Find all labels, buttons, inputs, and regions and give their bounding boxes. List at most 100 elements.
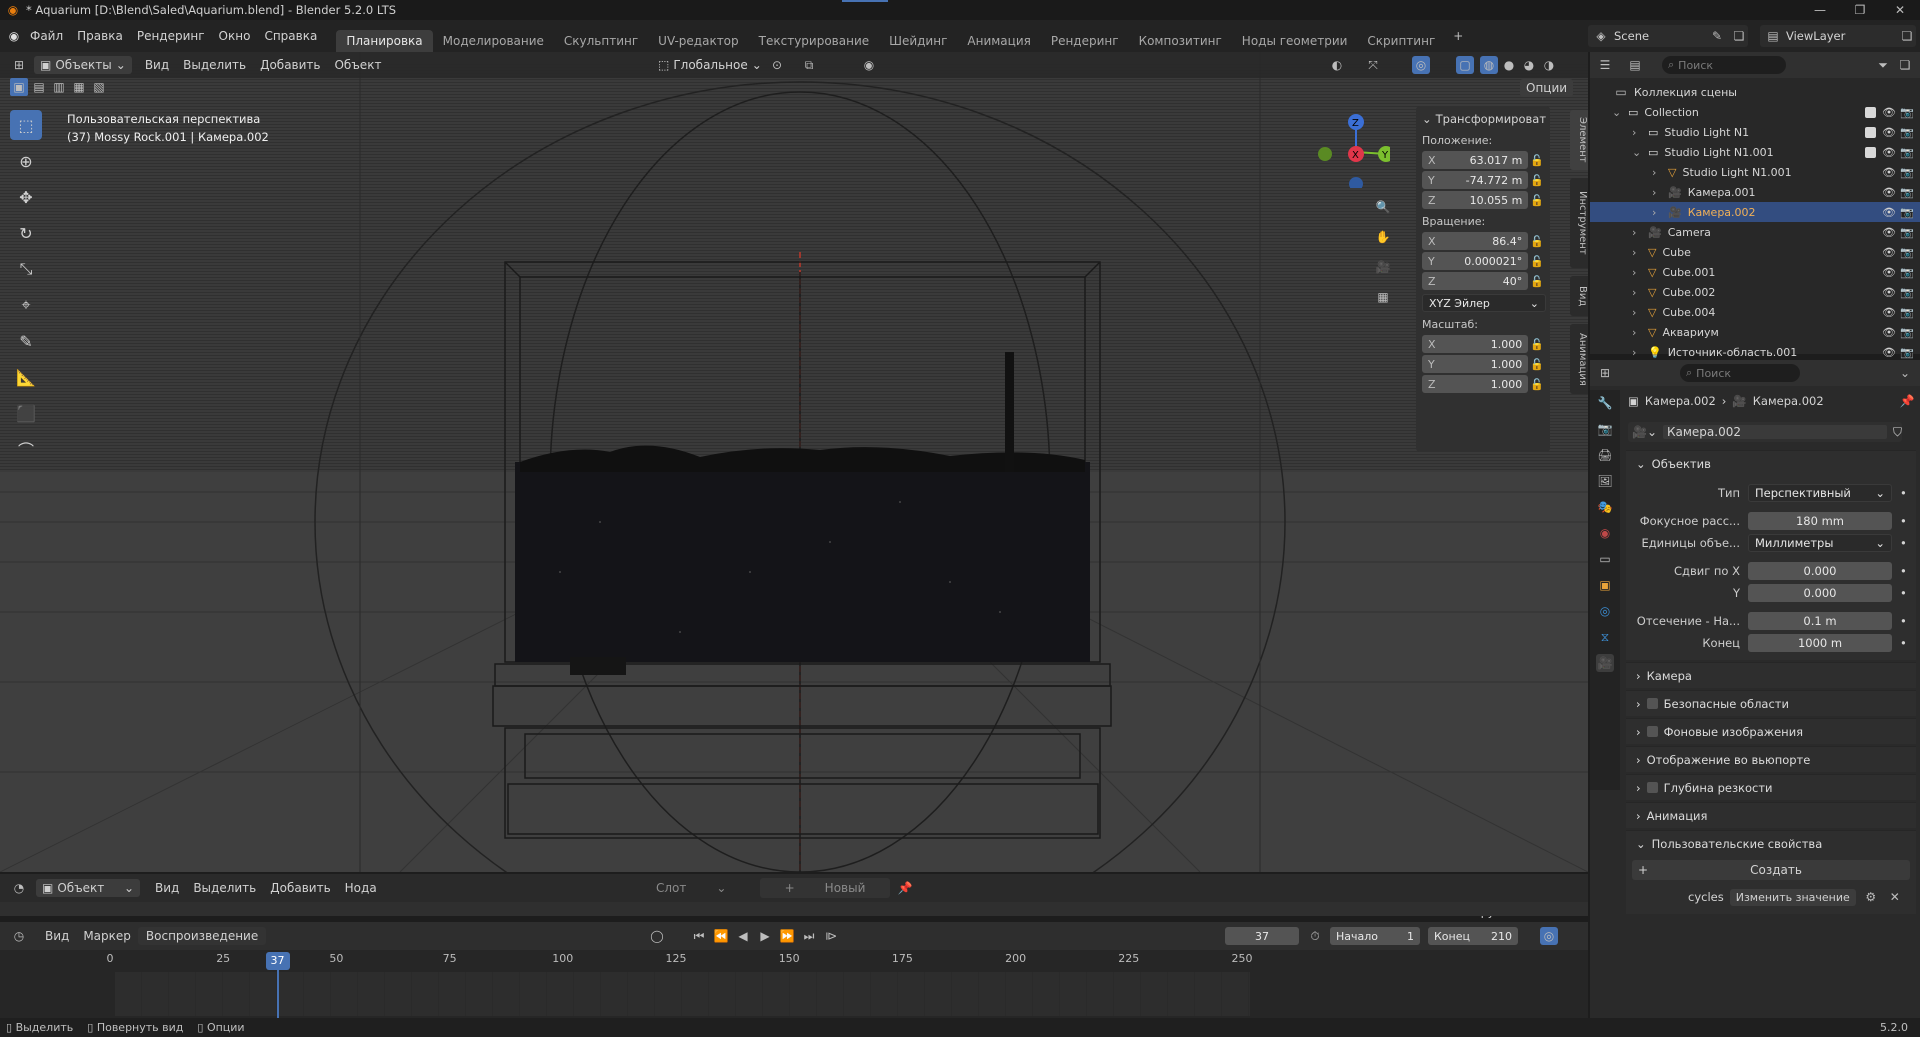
node-menu-0[interactable]: Вид [148, 881, 186, 895]
new-scene-icon[interactable]: ❏ [1730, 27, 1748, 45]
editor-type-icon[interactable]: ◷ [10, 927, 28, 945]
outliner-row[interactable]: › ▽ Cube.001 👁 📷 [1590, 262, 1920, 282]
editor-type-icon[interactable]: ⊞ [1596, 364, 1614, 382]
scene-selector[interactable]: ◈ Scene ✎ ❏ [1588, 25, 1748, 47]
add-workspace-icon[interactable]: + [1449, 27, 1467, 45]
rot-y-field[interactable]: Y 0.000021° [1422, 252, 1529, 270]
outliner-row[interactable]: › 🎥 Камера.001 👁 📷 [1590, 182, 1920, 202]
ortho-grid-icon[interactable]: ▦ [1374, 288, 1392, 306]
chevron-icon[interactable]: › [1632, 346, 1646, 359]
section-checkbox[interactable] [1646, 782, 1658, 793]
navigation-gizmo[interactable]: Z Y X [1310, 108, 1390, 188]
chevron-icon[interactable]: › [1632, 126, 1646, 139]
play-reverse-icon[interactable]: ◀ [734, 927, 752, 945]
menu-3[interactable]: Окно [212, 29, 258, 43]
rotate-tool[interactable]: ↻ [10, 218, 42, 248]
extra-tool[interactable]: ⌒ [10, 434, 42, 464]
render-camera-icon[interactable]: 📷 [1900, 326, 1914, 339]
loc-y-field[interactable]: Y -74.772 m [1422, 171, 1529, 189]
viewport-menu-2[interactable]: Добавить [253, 58, 327, 72]
eye-icon[interactable]: 👁 [1882, 166, 1896, 179]
pivot-icon[interactable]: ⊙ [768, 56, 786, 74]
orientation-selector[interactable]: ⬚ Глобальное ⌄ [658, 58, 762, 72]
tool-tab-icon[interactable]: 🔧 [1596, 394, 1614, 412]
property-value-field[interactable]: 0.000 [1748, 584, 1892, 602]
outliner-row[interactable]: ⌄ ▭ Collection 👁 📷 [1590, 102, 1920, 122]
render-camera-icon[interactable]: 📷 [1900, 126, 1914, 139]
keyframe-dot-icon[interactable]: • [1900, 564, 1907, 578]
render-camera-icon[interactable]: 📷 [1900, 206, 1914, 219]
timeline-menu-0[interactable]: Вид [38, 929, 76, 943]
tab-workspace-8[interactable]: Композитинг [1129, 30, 1232, 52]
chevron-icon[interactable]: › [1632, 326, 1646, 339]
output-tab-icon[interactable]: 🖨 [1596, 446, 1614, 464]
prev-keyframe-icon[interactable]: ⏪ [712, 927, 730, 945]
add-cube-tool[interactable]: ⬛ [10, 398, 42, 428]
lock-icon[interactable]: 🔓 [1530, 235, 1544, 248]
jump-start-icon[interactable]: ⏮ [690, 927, 708, 945]
lock-icon[interactable]: 🔓 [1530, 154, 1544, 167]
blender-menu-icon[interactable]: ◉ [5, 27, 23, 45]
overlay-icon[interactable]: ◎ [1540, 927, 1558, 945]
sidebar-tab-1[interactable]: Инструмент [1570, 178, 1588, 268]
select-invert-icon[interactable]: ▦ [70, 78, 88, 96]
section-header-6[interactable]: ⌄ Пользовательские свойства [1626, 830, 1916, 856]
render-camera-icon[interactable]: 📷 [1900, 246, 1914, 259]
loc-z-field[interactable]: Z 10.055 m [1422, 191, 1529, 209]
eye-icon[interactable]: 👁 [1882, 346, 1896, 359]
overlay-toggle-icon[interactable]: ◎ [1412, 56, 1430, 74]
viewport-menu-0[interactable]: Вид [138, 58, 176, 72]
render-tab-icon[interactable]: 📷 [1596, 420, 1614, 438]
lock-icon[interactable]: 🔓 [1530, 358, 1544, 371]
select-subtract-icon[interactable]: ▥ [50, 78, 68, 96]
sidebar-tab-0[interactable]: Элемент [1570, 110, 1588, 170]
select-extend-icon[interactable]: ▤ [30, 78, 48, 96]
section-header-3[interactable]: › Отображение во вьюпорте [1626, 746, 1916, 772]
select-new-icon[interactable]: ▣ [10, 78, 28, 96]
cursor-tool[interactable]: ⊕ [10, 146, 42, 176]
outliner-row[interactable]: › ▭ Studio Light N1 👁 📷 [1590, 122, 1920, 142]
camera-data-tab-icon[interactable]: 🎥 [1596, 654, 1614, 672]
viewport-menu-1[interactable]: Выделить [176, 58, 253, 72]
menu-0[interactable]: Файл [23, 29, 70, 43]
slot-selector[interactable]: Слот ⌄ [656, 881, 726, 895]
scale-z-field[interactable]: Z 1.000 [1422, 375, 1529, 393]
editor-type-icon[interactable]: ☰ [1596, 56, 1614, 74]
scale-y-field[interactable]: Y 1.000 [1422, 355, 1529, 373]
chevron-icon[interactable]: › [1632, 266, 1646, 279]
constraints-tab-icon[interactable]: ⧖ [1596, 628, 1614, 646]
next-keyframe-icon[interactable]: ⏩ [778, 927, 796, 945]
measure-tool[interactable]: 📐 [10, 362, 42, 392]
eye-icon[interactable]: 👁 [1882, 126, 1896, 139]
move-tool[interactable]: ✥ [10, 182, 42, 212]
close-icon[interactable]: ✕ [1880, 0, 1920, 20]
xray-icon[interactable]: ▢ [1456, 56, 1474, 74]
sidebar-tab-2[interactable]: Вид [1570, 276, 1588, 316]
pin-icon[interactable]: 📌 [1898, 392, 1916, 410]
select-intersect-icon[interactable]: ▧ [90, 78, 108, 96]
node-menu-1[interactable]: Выделить [186, 881, 263, 895]
lock-icon[interactable]: 🔓 [1530, 174, 1544, 187]
tab-workspace-3[interactable]: UV-редактор [648, 30, 748, 52]
chevron-icon[interactable]: › [1652, 206, 1666, 219]
physics-tab-icon[interactable]: ◎ [1596, 602, 1614, 620]
frame-step-icon[interactable]: ⧐ [822, 927, 840, 945]
select-box-tool[interactable]: ⬚ [10, 110, 42, 140]
node-editor-area[interactable] [0, 902, 1588, 916]
property-value-field[interactable]: 180 mm [1748, 512, 1892, 530]
lock-icon[interactable]: 🔓 [1530, 338, 1544, 351]
rotation-mode-dropdown[interactable]: XYZ Эйлер ⌄ [1422, 294, 1546, 312]
properties-search[interactable]: ⌕ Поиск [1680, 364, 1800, 382]
keyframe-dot-icon[interactable]: • [1900, 636, 1907, 650]
outliner-row[interactable]: › 🎥 Camera 👁 📷 [1590, 222, 1920, 242]
start-frame-field[interactable]: Начало 1 [1330, 927, 1420, 945]
chevron-icon[interactable]: › [1632, 286, 1646, 299]
object-tab-icon[interactable]: ▣ [1596, 576, 1614, 594]
section-header-1[interactable]: › Безопасные области [1626, 690, 1916, 716]
eye-icon[interactable]: 👁 [1882, 226, 1896, 239]
tab-workspace-1[interactable]: Моделирование [433, 30, 554, 52]
eye-icon[interactable]: 👁 [1882, 146, 1896, 159]
eye-icon[interactable]: 👁 [1882, 206, 1896, 219]
timeline-ruler[interactable]: 0 25 50 75 100 125 150 175 200 225 250 [0, 952, 1588, 970]
property-value-field[interactable]: 0.1 m [1748, 612, 1892, 630]
